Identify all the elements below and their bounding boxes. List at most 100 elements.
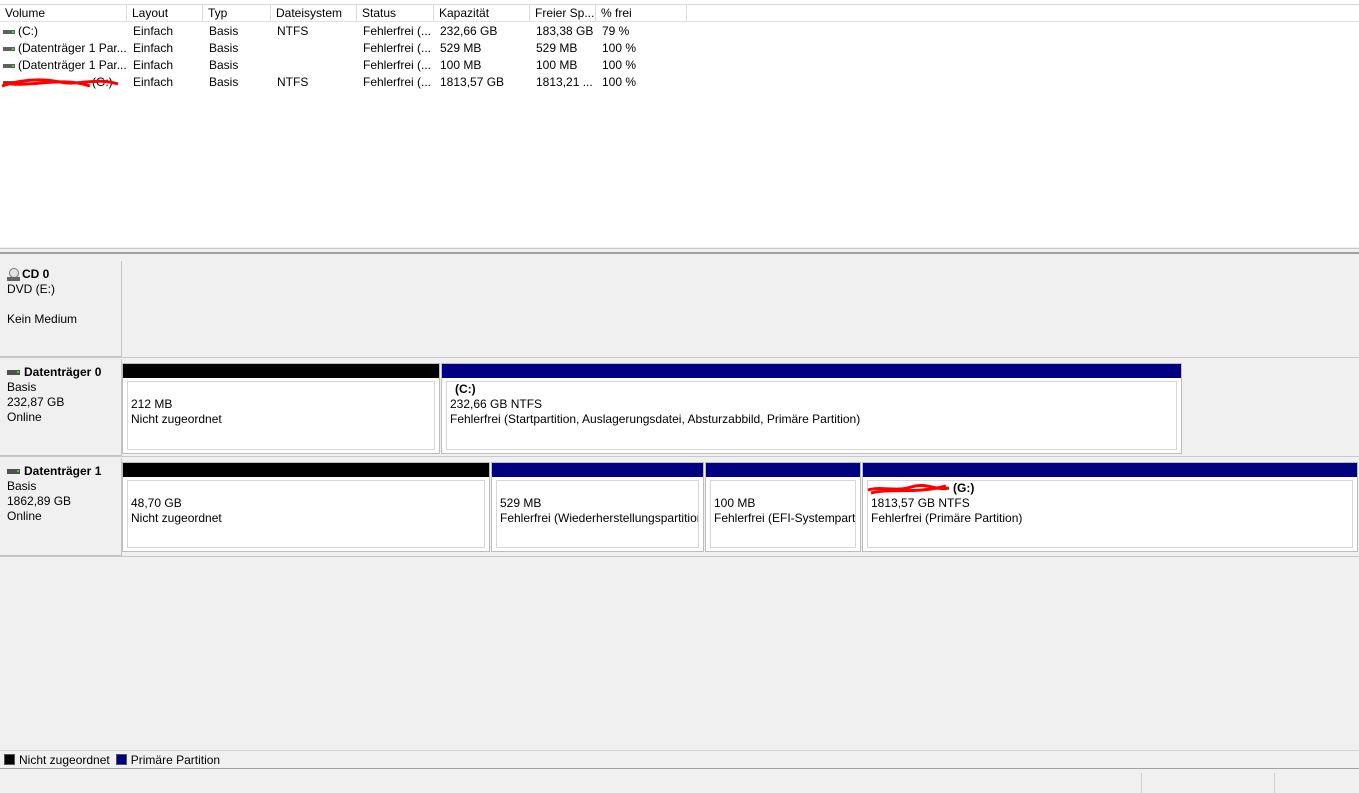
partition-unallocated[interactable]: 212 MB Nicht zugeordnet [122, 363, 440, 454]
partition-size: 212 MB [131, 397, 173, 411]
disk-title: CD 0 [7, 267, 121, 282]
partition-name [131, 481, 484, 496]
partition-status: Nicht zugeordnet [131, 412, 222, 426]
volume-icon [3, 81, 15, 85]
volume-icon [3, 64, 15, 68]
volume-layout: Einfach [133, 24, 174, 38]
partition-size: 48,70 GB [131, 496, 182, 510]
volume-free-space: 1813,21 ... [536, 75, 593, 89]
volume-status: Fehlerfrei (... [363, 75, 432, 89]
partition-name [131, 382, 434, 397]
partition-color-bar [123, 364, 439, 378]
disk-management-window: Volume Layout Typ Dateisystem Status Kap… [0, 0, 1359, 793]
disk-label-cd0[interactable]: CD 0 DVD (E:) Kein Medium [0, 261, 122, 357]
legend-item-unallocated: Nicht zugeordnet [4, 753, 110, 767]
volume-status: Fehlerfrei (... [363, 24, 432, 38]
column-dateisystem[interactable]: Dateisystem [271, 5, 357, 22]
hard-disk-icon [7, 469, 20, 474]
partition-color-bar [123, 463, 489, 477]
volume-type: Basis [209, 75, 239, 89]
partition-efi[interactable]: 100 MB Fehlerfrei (EFI-Systempartition) [705, 462, 861, 552]
partition-unallocated[interactable]: 48,70 GB Nicht zugeordnet [122, 462, 490, 552]
disk-state: Online [7, 410, 42, 424]
volume-row[interactable]: (Datenträger 1 Par... Einfach Basis Fehl… [0, 57, 700, 74]
disk-title: Datenträger 1 [7, 464, 121, 479]
column-typ[interactable]: Typ [203, 5, 271, 22]
partition-status: Nicht zugeordnet [131, 511, 222, 525]
volume-name: (Datenträger 1 Par... [18, 58, 126, 72]
volume-free-space: 529 MB [536, 41, 578, 55]
volume-filesystem: NTFS [277, 75, 309, 89]
partition-status: Fehlerfrei (Startpartition, Auslagerungs… [450, 412, 861, 426]
partition-recovery[interactable]: 529 MB Fehlerfrei (Wiederherstellungspar… [491, 462, 704, 552]
partition-body: 100 MB Fehlerfrei (EFI-Systempartition) [710, 480, 856, 548]
column-layout[interactable]: Layout [127, 5, 203, 22]
partition-size: 529 MB [500, 496, 542, 510]
divider [0, 357, 1359, 358]
disk-title: Datenträger 0 [7, 365, 121, 380]
partition-name: (G:) [953, 481, 975, 495]
partition-color-bar [863, 463, 1357, 477]
status-bar [0, 771, 1359, 793]
partition-body: 529 MB Fehlerfrei (Wiederherstellungspar… [496, 480, 699, 548]
partition-body: (G:) 1813,57 GB NTFS Fehlerfrei (Primäre… [867, 480, 1353, 548]
status-divider [1274, 773, 1275, 793]
column-status[interactable]: Status [357, 5, 434, 22]
volume-layout: Einfach [133, 75, 174, 89]
disk-type: Basis [7, 380, 37, 394]
status-divider [1141, 773, 1142, 793]
legend-item-primary: Primäre Partition [115, 753, 220, 767]
volume-type: Basis [209, 58, 239, 72]
partition-g[interactable]: (G:) 1813,57 GB NTFS Fehlerfrei (Primäre… [862, 462, 1358, 552]
volume-free-space: 100 MB [536, 58, 578, 72]
disk-type: Basis [7, 479, 37, 493]
volume-type: Basis [209, 41, 239, 55]
volume-row[interactable]: (C:) Einfach Basis NTFS Fehlerfrei (... … [0, 23, 700, 40]
disk-label-disk1[interactable]: Datenträger 1 Basis 1862,89 GB Online [0, 458, 122, 556]
hard-disk-icon [7, 370, 20, 375]
disk-name: Datenträger 0 [24, 365, 102, 379]
column-freier-speicher[interactable]: Freier Sp... [530, 5, 596, 22]
disk-size: 232,87 GB [7, 395, 65, 409]
volume-name: (Datenträger 1 Par... [18, 41, 126, 55]
column-volume[interactable]: Volume [0, 5, 127, 22]
partition-name: (C:) [455, 382, 476, 396]
divider [0, 556, 1359, 557]
partition-body: 212 MB Nicht zugeordnet [127, 381, 435, 450]
partition-body: 48,70 GB Nicht zugeordnet [127, 480, 485, 548]
partition-color-bar [706, 463, 860, 477]
volume-name: (G:) [92, 75, 113, 89]
volume-name: (C:) [18, 24, 38, 38]
volume-type: Basis [209, 24, 239, 38]
volume-row[interactable]: (Datenträger 1 Par... Einfach Basis Fehl… [0, 40, 700, 57]
volume-filesystem: NTFS [277, 24, 309, 38]
partition-c[interactable]: (C:) 232,66 GB NTFS Fehlerfrei (Startpar… [441, 363, 1182, 454]
disk-size: 1862,89 GB [7, 494, 72, 508]
volume-icon [3, 47, 15, 51]
volume-row[interactable]: (G:) Einfach Basis NTFS Fehlerfrei (... … [0, 74, 700, 91]
volume-percent-free: 100 % [602, 75, 637, 89]
disk-spacer [7, 297, 121, 312]
legend-swatch-blue [115, 754, 127, 765]
volume-capacity: 232,66 GB [440, 24, 498, 38]
column-prozent-frei[interactable]: % frei [596, 5, 687, 22]
volume-capacity: 529 MB [440, 41, 482, 55]
partition-size: 100 MB [714, 496, 756, 510]
partition-status: Fehlerfrei (Wiederherstellungspartition) [500, 511, 699, 525]
partition-body: (C:) 232,66 GB NTFS Fehlerfrei (Startpar… [446, 381, 1177, 450]
partition-color-bar [442, 364, 1181, 378]
legend-label: Nicht zugeordnet [19, 752, 110, 767]
volume-percent-free: 100 % [602, 41, 637, 55]
column-kapazitaet[interactable]: Kapazität [434, 5, 530, 22]
volume-list[interactable]: Volume Layout Typ Dateisystem Status Kap… [0, 0, 1359, 247]
pane-splitter[interactable] [0, 248, 1359, 254]
partition-status: Fehlerfrei (Primäre Partition) [871, 511, 1023, 525]
legend: Nicht zugeordnet Primäre Partition [0, 750, 1359, 769]
legend-swatch-black [4, 754, 15, 765]
disk-name: Datenträger 1 [24, 464, 102, 478]
partition-name [714, 481, 855, 496]
volume-free-space: 183,38 GB [536, 24, 594, 38]
volume-capacity: 100 MB [440, 58, 482, 72]
partition-color-bar [492, 463, 703, 477]
disk-label-disk0[interactable]: Datenträger 0 Basis 232,87 GB Online [0, 359, 122, 456]
